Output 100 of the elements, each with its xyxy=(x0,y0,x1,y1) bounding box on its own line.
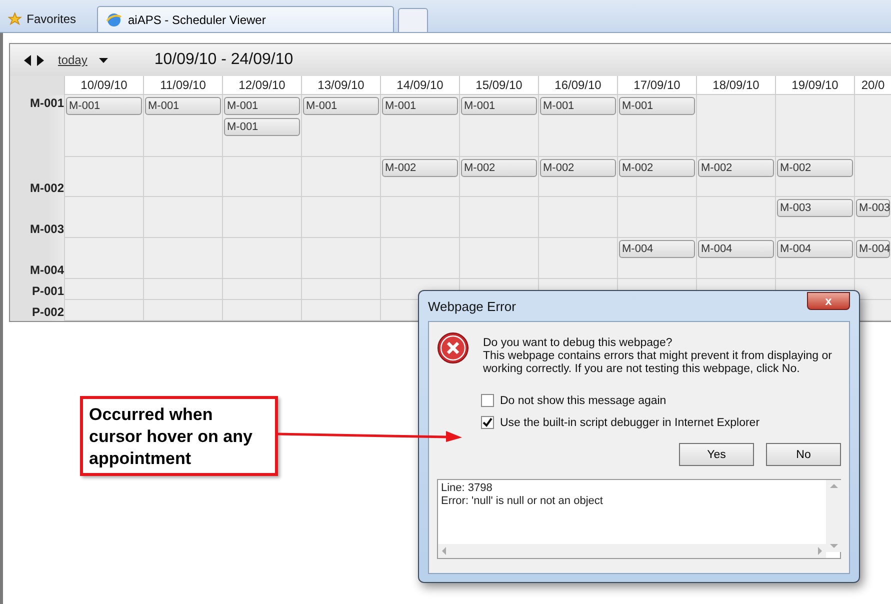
schedule-cell[interactable]: M-001 xyxy=(617,95,696,157)
schedule-cell[interactable] xyxy=(64,279,143,300)
dialog-button[interactable]: No xyxy=(766,443,841,466)
schedule-cell[interactable] xyxy=(459,238,538,279)
day-header: 11/09/10 xyxy=(143,76,222,95)
new-tab-button[interactable] xyxy=(398,8,428,32)
schedule-cell[interactable]: M-001 xyxy=(301,95,380,157)
schedule-cell[interactable] xyxy=(64,157,143,197)
appointment[interactable]: M-001 xyxy=(540,97,616,115)
schedule-cell[interactable]: M-004 xyxy=(775,238,854,279)
schedule-cell[interactable] xyxy=(301,238,380,279)
schedule-cell[interactable] xyxy=(143,238,222,279)
schedule-cell[interactable] xyxy=(696,197,775,238)
schedule-cell[interactable] xyxy=(459,197,538,238)
schedule-cell[interactable] xyxy=(854,157,891,197)
resource-label: M-001 xyxy=(30,96,64,110)
schedule-cell[interactable] xyxy=(854,95,891,157)
appointment[interactable]: M-002 xyxy=(382,159,458,177)
schedule-cell[interactable] xyxy=(143,300,222,321)
day-header: 13/09/10 xyxy=(301,76,380,95)
globe-icon xyxy=(106,12,122,28)
schedule-cell[interactable]: M-002 xyxy=(696,157,775,197)
checkbox[interactable] xyxy=(481,416,494,429)
schedule-cell[interactable]: M-004 xyxy=(854,238,891,279)
favorites-button[interactable]: Favorites xyxy=(4,6,84,32)
schedule-cell[interactable]: M-002 xyxy=(380,157,459,197)
callout-box: Occurred when cursor hover on any appointment xyxy=(80,396,278,476)
appointment[interactable]: M-002 xyxy=(461,159,537,177)
schedule-cell[interactable]: M-003 xyxy=(775,197,854,238)
resource-label: P-001 xyxy=(32,284,64,298)
schedule-cell[interactable]: M-001 M-001 xyxy=(222,95,301,157)
schedule-cell[interactable]: M-001 xyxy=(459,95,538,157)
appointment[interactable]: M-001 xyxy=(619,97,695,115)
appointment[interactable]: M-004 xyxy=(777,240,853,258)
day-header: 20/0 xyxy=(854,76,891,95)
schedule-cell[interactable]: M-004 xyxy=(696,238,775,279)
appointment[interactable]: M-001 xyxy=(461,97,537,115)
schedule-cell[interactable] xyxy=(617,197,696,238)
checkbox-label[interactable]: Do not show this message again xyxy=(500,394,666,406)
appointment[interactable]: M-001 xyxy=(66,97,142,115)
schedule-cell[interactable] xyxy=(301,279,380,300)
schedule-cell[interactable] xyxy=(64,238,143,279)
schedule-cell[interactable]: M-001 xyxy=(538,95,617,157)
schedule-cell[interactable] xyxy=(301,157,380,197)
today-link[interactable]: today xyxy=(58,53,88,67)
schedule-cell[interactable] xyxy=(222,238,301,279)
schedule-cell[interactable] xyxy=(538,238,617,279)
schedule-cell[interactable] xyxy=(222,279,301,300)
schedule-cell[interactable] xyxy=(143,157,222,197)
appointment[interactable]: M-003 xyxy=(777,199,853,217)
schedule-cell[interactable] xyxy=(64,300,143,321)
schedule-cell[interactable]: M-001 xyxy=(143,95,222,157)
day-header: 12/09/10 xyxy=(222,76,301,95)
dialog-button[interactable]: Yes xyxy=(679,443,754,466)
schedule-cell[interactable] xyxy=(143,279,222,300)
dialog-title: Webpage Error xyxy=(428,298,516,314)
appointment[interactable]: M-001 xyxy=(224,97,300,115)
schedule-cell[interactable] xyxy=(222,157,301,197)
schedule-cell[interactable]: M-001 xyxy=(380,95,459,157)
schedule-cell[interactable]: M-001 xyxy=(64,95,143,157)
dialog-message: This webpage contains errors that might prevent it from displaying or working correctly. If you are not testing this webpage, click No. xyxy=(483,350,833,376)
schedule-cell[interactable] xyxy=(143,197,222,238)
detail-line: Error: 'null' is null or not an object xyxy=(441,495,604,508)
next-icon xyxy=(37,54,44,66)
schedule-cell[interactable] xyxy=(696,95,775,157)
appointment[interactable]: M-001 xyxy=(224,118,300,136)
resource-label: M-004 xyxy=(30,263,64,277)
checkbox-label[interactable]: Use the built-in script debugger in Internet Explorer xyxy=(500,416,760,428)
appointment[interactable]: M-004 xyxy=(856,240,890,258)
appointment[interactable]: M-002 xyxy=(777,159,853,177)
schedule-cell[interactable]: M-004 xyxy=(617,238,696,279)
schedule-cell[interactable]: M-002 xyxy=(459,157,538,197)
appointment[interactable]: M-003 xyxy=(856,199,890,217)
appointment[interactable]: M-002 xyxy=(698,159,774,177)
appointment[interactable]: M-004 xyxy=(698,240,774,258)
schedule-cell[interactable] xyxy=(301,197,380,238)
schedule-cell[interactable]: M-002 xyxy=(538,157,617,197)
schedule-cell[interactable] xyxy=(64,197,143,238)
schedule-cell[interactable]: M-002 xyxy=(617,157,696,197)
appointment[interactable]: M-002 xyxy=(540,159,616,177)
resource-label: P-002 xyxy=(32,305,64,319)
schedule-cell[interactable] xyxy=(301,300,380,321)
day-header: 18/09/10 xyxy=(696,76,775,95)
schedule-cell[interactable] xyxy=(538,197,617,238)
appointment[interactable]: M-002 xyxy=(619,159,695,177)
appointment[interactable]: M-001 xyxy=(145,97,221,115)
error-icon xyxy=(437,332,469,364)
schedule-cell[interactable] xyxy=(222,300,301,321)
schedule-cell[interactable]: M-003 xyxy=(854,197,891,238)
appointment[interactable]: M-001 xyxy=(382,97,458,115)
browser-tab[interactable]: aiAPS - Scheduler Viewer xyxy=(97,6,394,32)
schedule-cell[interactable]: M-002 xyxy=(775,157,854,197)
schedule-cell[interactable] xyxy=(222,197,301,238)
checkbox[interactable] xyxy=(481,394,494,407)
star-icon xyxy=(8,11,22,27)
schedule-cell[interactable] xyxy=(380,197,459,238)
appointment[interactable]: M-001 xyxy=(303,97,379,115)
schedule-cell[interactable] xyxy=(775,95,854,157)
appointment[interactable]: M-004 xyxy=(619,240,695,258)
schedule-cell[interactable] xyxy=(380,238,459,279)
